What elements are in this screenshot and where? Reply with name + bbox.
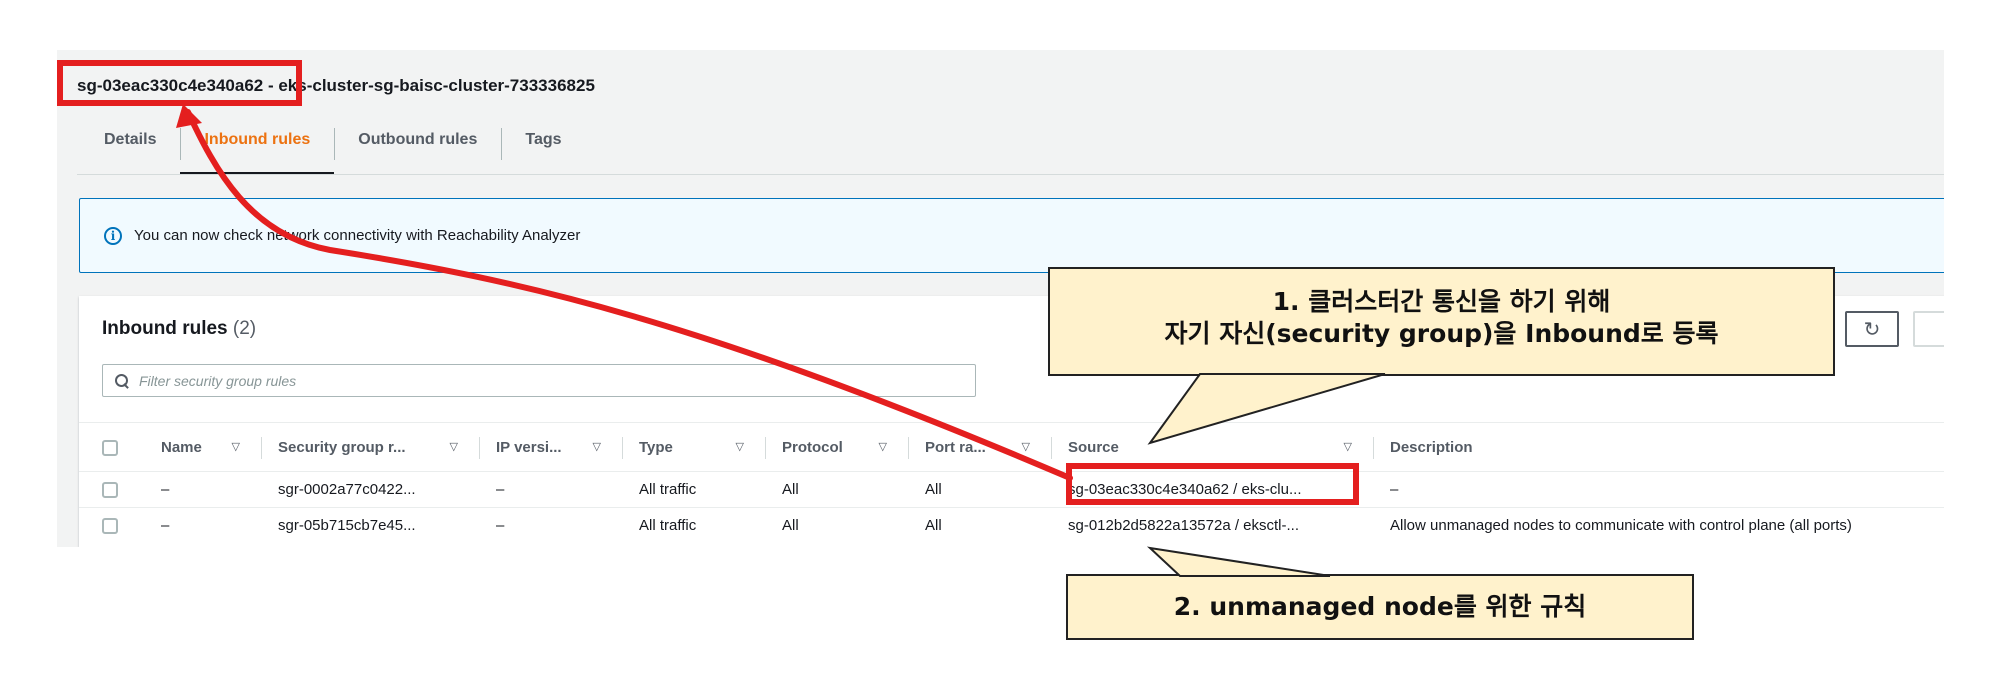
sort-icon: ▽ (735, 441, 744, 453)
checkbox[interactable] (102, 518, 118, 535)
cell-name: – (161, 481, 170, 498)
column-header[interactable]: Description (1374, 422, 1944, 472)
checkbox[interactable] (102, 439, 118, 456)
info-banner: i You can now check network connectivity… (79, 198, 1944, 273)
filter-search-box[interactable] (102, 364, 976, 397)
checkbox[interactable] (102, 482, 118, 499)
sort-icon: ▽ (592, 441, 601, 453)
callout-cluster-communication: 1. 클러스터간 통신을 하기 위해 자기 자신(security group)… (1048, 267, 1835, 376)
cell-protocol: All (782, 481, 799, 498)
cell-type: All traffic (639, 481, 697, 498)
cell-type: All traffic (623, 507, 766, 544)
sort-icon: ▽ (231, 441, 240, 453)
sort-icon: ▽ (1343, 441, 1352, 453)
cell-sg-rule: sgr-05b715cb7e45... (262, 507, 480, 544)
search-icon (115, 373, 129, 388)
cell-protocol: All (766, 507, 909, 544)
info-banner-text: You can now check network connectivity w… (134, 227, 581, 244)
highlight-source-cell (1066, 463, 1359, 505)
info-icon: i (104, 226, 122, 245)
callout-1-line1: 1. 클러스터간 통신을 하기 위해 (1272, 287, 1611, 316)
cell-ip-version: – (480, 507, 623, 544)
highlight-sg-id (57, 60, 302, 106)
table-header-row: Name ▽ Security group r... ▽ IP versi... ▽ … (79, 422, 1944, 472)
column-header[interactable]: Name ▽ (145, 422, 262, 472)
tab-inbound-rules[interactable]: Inbound rules (180, 120, 335, 175)
sort-icon: ▽ (878, 441, 887, 453)
panel-title: Inbound rules (2) (102, 318, 256, 340)
select-all-checkbox[interactable] (79, 422, 145, 472)
cell-ip-version: – (496, 481, 505, 498)
rule-count: (2) (232, 318, 257, 339)
tab-outbound-rules[interactable]: Outbound rules (334, 120, 501, 175)
cell-port-range: All (909, 507, 1052, 544)
sort-icon: ▽ (1021, 441, 1030, 453)
tabs-divider (77, 174, 1944, 175)
column-header[interactable]: IP versi... ▽ (480, 422, 623, 472)
cell-port-range: All (925, 481, 942, 498)
more-actions-button[interactable] (1913, 311, 1944, 347)
tab-bar: Details Inbound rules Outbound rules Tag… (77, 120, 586, 175)
column-header[interactable]: Type ▽ (623, 422, 766, 472)
tab-tags[interactable]: Tags (501, 120, 585, 175)
sort-icon: ▽ (449, 441, 458, 453)
tab-details[interactable]: Details (77, 120, 180, 175)
refresh-icon: ↻ (1863, 318, 1881, 341)
cell-sg-rule: sgr-0002a77c0422... (278, 481, 416, 498)
table-row[interactable]: – sgr-05b715cb7e45... – All traffic All … (79, 507, 1944, 544)
cell-name: – (145, 507, 262, 544)
callout-2-tail (1146, 546, 1331, 577)
column-header[interactable]: Protocol ▽ (766, 422, 909, 472)
callout-unmanaged-node: 2. unmanaged node를 위한 규칙 (1066, 574, 1694, 640)
cell-description: Allow unmanaged nodes to communicate wit… (1374, 507, 1944, 544)
column-header[interactable]: Port ra... ▽ (909, 422, 1052, 472)
refresh-button[interactable]: ↻ (1845, 311, 1899, 347)
cell-description: – (1390, 481, 1399, 498)
table-row[interactable]: – sgr-0002a77c0422... – All traffic All … (79, 472, 1944, 508)
callout-1-line2: 자기 자신(security group)을 Inbound로 등록 (1164, 319, 1719, 348)
panel-title-label: Inbound rules (102, 318, 228, 339)
inbound-rules-table: Name ▽ Security group r... ▽ IP versi... ▽ … (79, 422, 1944, 544)
cell-source: sg-012b2d5822a13572a / eksctl-... (1052, 507, 1374, 544)
filter-input[interactable] (139, 372, 959, 389)
column-header[interactable]: Security group r... ▽ (262, 422, 480, 472)
